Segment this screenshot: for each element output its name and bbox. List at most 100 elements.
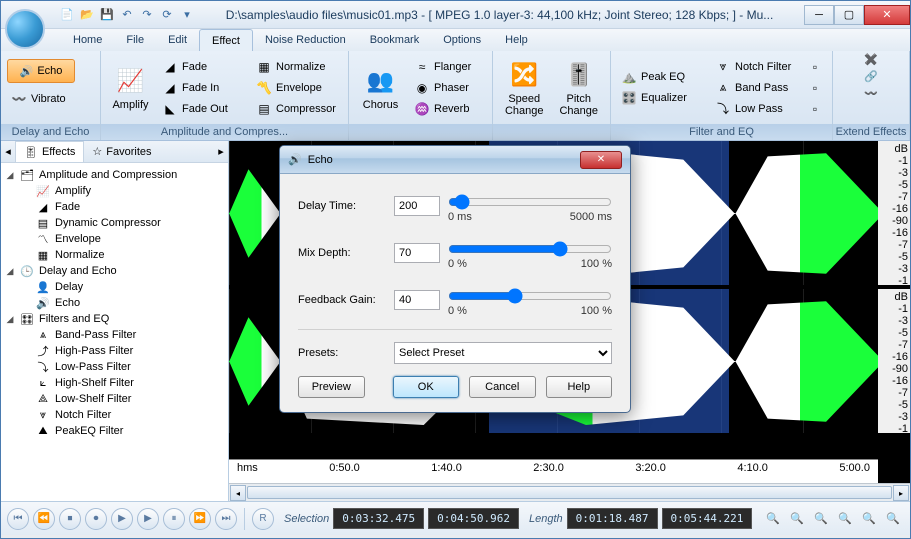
dialog-close-button[interactable]: ✕ (580, 151, 622, 169)
help-button[interactable]: Help (546, 376, 613, 398)
presets-select[interactable]: Select Preset (394, 342, 612, 364)
redo-icon[interactable]: ↷ (139, 7, 155, 23)
tree-item[interactable]: ⟀High-Shelf Filter (1, 375, 228, 391)
undo-icon[interactable]: ↶ (119, 7, 135, 23)
tree-item[interactable]: ▦Normalize (1, 247, 228, 263)
refresh-icon[interactable]: ⟳ (159, 7, 175, 23)
mix-depth-slider[interactable] (448, 241, 612, 257)
play-button[interactable]: ▶ (111, 508, 133, 530)
chorus-button[interactable]: 👥Chorus (355, 55, 406, 121)
close-button[interactable]: ✕ (864, 5, 910, 25)
total-value[interactable]: 0:05:44.221 (662, 508, 753, 529)
tab-help[interactable]: Help (493, 29, 540, 51)
minimize-button[interactable]: ─ (804, 5, 834, 25)
extend-icon-3[interactable]: 〰️ (864, 87, 878, 100)
normalize-button[interactable]: ▦Normalize (252, 57, 342, 77)
tab-file[interactable]: File (114, 29, 156, 51)
scroll-left-icon[interactable]: ◂ (230, 485, 246, 501)
time-ruler[interactable]: hms0:50.01:40.02:30.03:20.04:10.05:00.0 (229, 459, 878, 483)
save-icon[interactable]: 💾 (99, 7, 115, 23)
zoom-tool-2[interactable]: 🔍 (786, 508, 808, 530)
record-button[interactable]: ⏺ (85, 508, 107, 530)
peakeq-button[interactable]: ⛰️Peak EQ (617, 67, 707, 87)
zoom-tool-4[interactable]: 🔍 (834, 508, 856, 530)
open-icon[interactable]: 📂 (79, 7, 95, 23)
selection-end[interactable]: 0:04:50.962 (428, 508, 519, 529)
preview-button[interactable]: Preview (298, 376, 365, 398)
filter-extra-2[interactable]: ▫ (805, 78, 825, 98)
effects-tree[interactable]: ◢🗂Amplitude and Compression 📈Amplify ◢Fa… (1, 163, 228, 501)
feedback-gain-slider[interactable] (448, 288, 612, 304)
maximize-button[interactable]: ▢ (834, 5, 864, 25)
amplify-button[interactable]: 📈Amplify (107, 55, 154, 121)
tab-noise-reduction[interactable]: Noise Reduction (253, 29, 358, 51)
pause-button[interactable]: ⏸ (163, 508, 185, 530)
delay-time-slider[interactable] (448, 194, 612, 210)
dialog-titlebar[interactable]: 🔊 Echo ✕ (280, 146, 630, 174)
extend-icon-1[interactable]: ✖️ (864, 53, 878, 66)
extend-icon-2[interactable]: 🔗 (864, 70, 878, 83)
tree-item[interactable]: 👤Delay (1, 279, 228, 295)
tab-edit[interactable]: Edit (156, 29, 199, 51)
tree-item[interactable]: 🔊Echo (1, 295, 228, 311)
tree-item[interactable]: ⤴High-Pass Filter (1, 343, 228, 359)
echo-button[interactable]: 🔊Echo (7, 59, 75, 83)
tree-item[interactable]: ⩔Notch Filter (1, 407, 228, 423)
length-value[interactable]: 0:01:18.487 (567, 508, 658, 529)
selection-start[interactable]: 0:03:32.475 (333, 508, 424, 529)
vibrato-button[interactable]: 〰️Vibrato (7, 89, 87, 109)
stop-button[interactable]: ⏹ (59, 508, 81, 530)
tree-item[interactable]: 📈Amplify (1, 183, 228, 199)
phaser-button[interactable]: ◉Phaser (410, 78, 486, 98)
mix-depth-input[interactable] (394, 243, 440, 263)
cancel-button[interactable]: Cancel (469, 376, 536, 398)
tab-bookmark[interactable]: Bookmark (358, 29, 432, 51)
envelope-button[interactable]: 〽️Envelope (252, 78, 342, 98)
tab-effect[interactable]: Effect (199, 29, 253, 51)
play-loop-button[interactable]: ▶ (137, 508, 159, 530)
feedback-gain-input[interactable] (394, 290, 440, 310)
side-collapse-left[interactable]: ◂ (1, 145, 15, 158)
compressor-button[interactable]: ▤Compressor (252, 99, 342, 119)
equalizer-button[interactable]: 🎛️Equalizer (617, 88, 707, 108)
qat-dropdown-icon[interactable]: ▾ (179, 7, 195, 23)
reverb-button[interactable]: ♒Reverb (410, 99, 486, 119)
tab-home[interactable]: Home (61, 29, 114, 51)
rewind-button[interactable]: ⏪ (33, 508, 55, 530)
zoom-tool-1[interactable]: 🔍 (762, 508, 784, 530)
tab-options[interactable]: Options (431, 29, 493, 51)
repeat-button[interactable]: R (252, 508, 274, 530)
tree-item[interactable]: ⩓Band-Pass Filter (1, 327, 228, 343)
side-collapse-right[interactable]: ▸ (214, 145, 228, 158)
zoom-tool-5[interactable]: 🔍 (858, 508, 880, 530)
notch-button[interactable]: ⩔Notch Filter (711, 57, 801, 77)
side-tab-effects[interactable]: 🎚Effects (15, 141, 84, 162)
fadein-button[interactable]: ◢Fade In (158, 78, 248, 98)
filter-extra-3[interactable]: ▫ (805, 99, 825, 119)
new-icon[interactable]: 📄 (59, 7, 75, 23)
bandpass-button[interactable]: ⩓Band Pass (711, 78, 801, 98)
pitch-change-button[interactable]: 🎚️Pitch Change (554, 55, 605, 121)
ok-button[interactable]: OK (393, 376, 460, 398)
scroll-right-icon[interactable]: ▸ (893, 485, 909, 501)
tree-item[interactable]: 〽Envelope (1, 231, 228, 247)
delay-time-input[interactable] (394, 196, 440, 216)
fade-button[interactable]: ◢Fade (158, 57, 248, 77)
speed-change-button[interactable]: 🔀Speed Change (499, 55, 550, 121)
lowpass-button[interactable]: ⤵Low Pass (711, 99, 801, 119)
zoom-tool-3[interactable]: 🔍 (810, 508, 832, 530)
tree-item[interactable]: ◢Fade (1, 199, 228, 215)
tree-item[interactable]: ⟁Low-Shelf Filter (1, 391, 228, 407)
horizontal-scrollbar[interactable]: ◂ ▸ (229, 483, 910, 501)
tree-item[interactable]: ⛰PeakEQ Filter (1, 423, 228, 439)
filter-extra-1[interactable]: ▫ (805, 57, 825, 77)
goto-end-button[interactable]: ⏭ (215, 508, 237, 530)
fadeout-button[interactable]: ◣Fade Out (158, 99, 248, 119)
goto-start-button[interactable]: ⏮ (7, 508, 29, 530)
tree-item[interactable]: ⤵Low-Pass Filter (1, 359, 228, 375)
side-tab-favorites[interactable]: ☆Favorites (84, 141, 159, 162)
app-orb[interactable] (5, 9, 45, 49)
tree-item[interactable]: ▤Dynamic Compressor (1, 215, 228, 231)
flanger-button[interactable]: ≈Flanger (410, 57, 486, 77)
zoom-tool-6[interactable]: 🔍 (882, 508, 904, 530)
